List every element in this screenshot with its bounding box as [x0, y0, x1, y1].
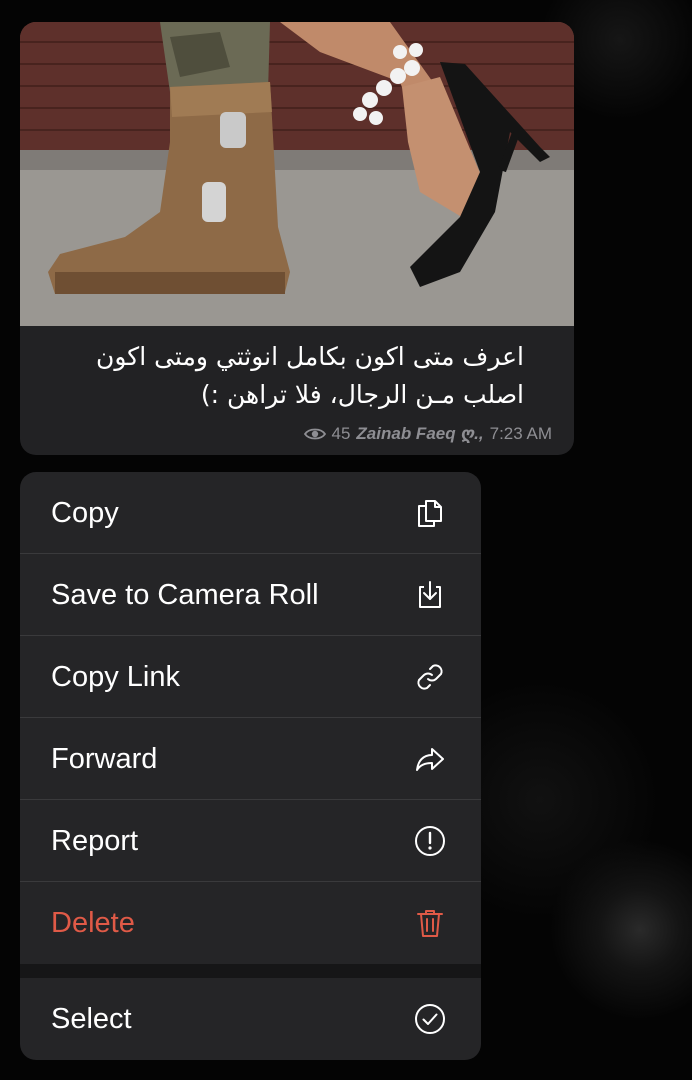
message-bubble[interactable]: اعرف متى اكون بكامل انوثتي ومتى اكون اصل…: [20, 22, 574, 455]
menu-item-copy-link[interactable]: Copy Link: [20, 636, 481, 718]
trash-icon: [417, 910, 443, 937]
menu-item-select[interactable]: Select: [20, 978, 481, 1060]
message-author: Zainab Faeq ღ.,: [356, 424, 484, 443]
menu-item-report[interactable]: Report: [20, 800, 481, 882]
view-count: 45: [331, 424, 351, 443]
menu-item-save-to-camera-roll[interactable]: Save to Camera Roll: [20, 554, 481, 636]
save-download-icon: [419, 581, 441, 608]
eye-icon: [303, 428, 326, 440]
link-icon: [417, 664, 443, 690]
menu-item-delete[interactable]: Delete: [20, 882, 481, 964]
forward-arrow-icon: [416, 748, 444, 771]
menu-item-forward[interactable]: Forward: [20, 718, 481, 800]
menu-item-copy[interactable]: Copy: [20, 472, 481, 554]
context-menu: Copy Save to Camera Roll Copy Link Forwa…: [20, 472, 481, 1060]
message-photo[interactable]: [20, 22, 574, 326]
exclamation-circle-icon: [415, 826, 445, 856]
checkmark-circle-icon: [415, 1004, 445, 1034]
message-caption: اعرف متى اكون بكامل انوثتي ومتى اكون اصل…: [96, 342, 524, 409]
copy-icon: [418, 500, 442, 527]
message-time: 7:23 AM: [489, 424, 552, 443]
menu-section-separator: [20, 964, 481, 978]
message-meta: 45 Zainab Faeq ღ., 7:23 AM: [303, 424, 552, 444]
